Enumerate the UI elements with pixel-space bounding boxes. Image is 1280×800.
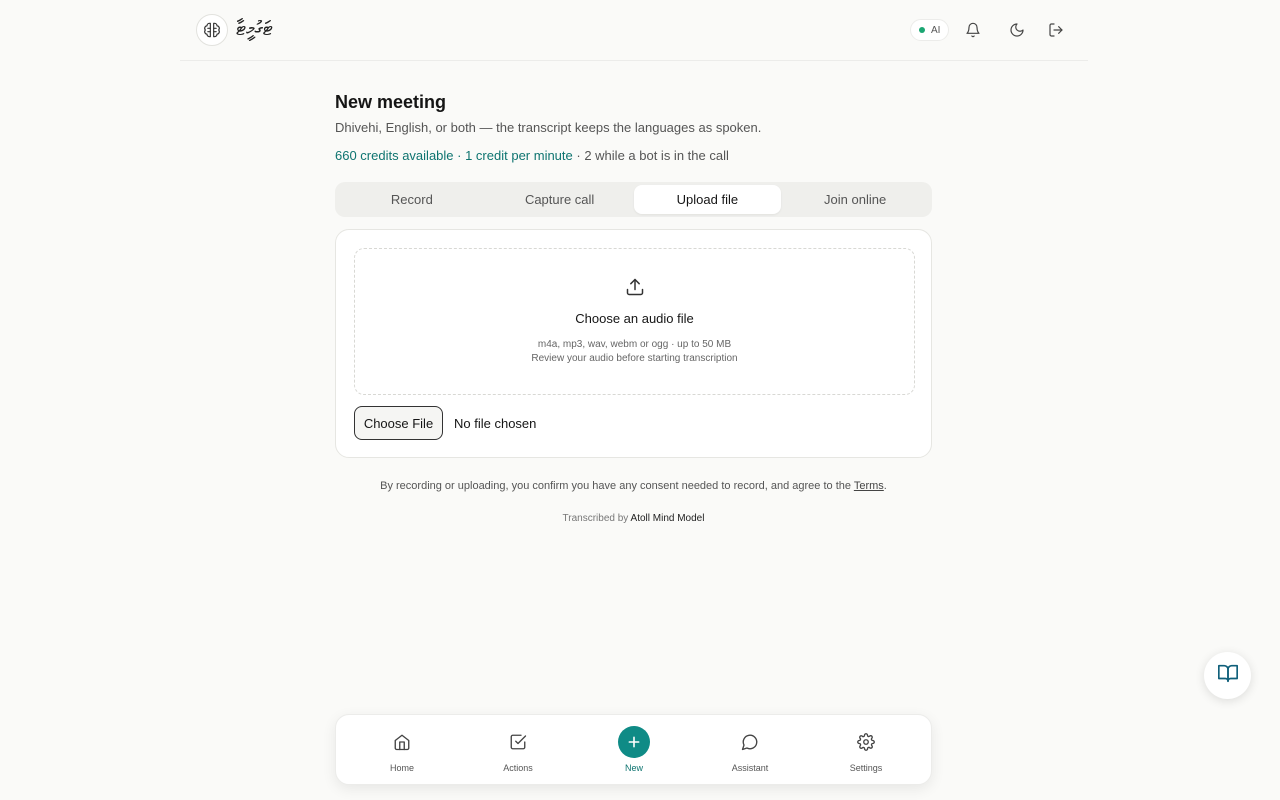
credits-info: 660 credits available · 1 credit per min… <box>335 148 729 163</box>
bottom-navigation: Home Actions New Assistant Settings <box>335 714 932 785</box>
app-header: ޓަގުމީޓާ AI <box>180 0 1088 61</box>
nav-item-assistant[interactable]: Assistant <box>710 715 790 786</box>
nav-label-actions: Actions <box>503 763 533 773</box>
credits-available: 660 credits available <box>335 148 454 163</box>
bell-icon[interactable] <box>962 19 984 41</box>
credits-bot-rate: 2 while a bot is in the call <box>584 148 729 163</box>
credits-separator-2: · <box>572 148 585 163</box>
tab-join-online[interactable]: Join online <box>781 185 929 214</box>
book-icon <box>1217 662 1239 689</box>
transcribed-prefix: Transcribed by <box>562 513 629 524</box>
terms-link[interactable]: Terms <box>854 480 884 492</box>
guide-button[interactable] <box>1204 652 1251 699</box>
credits-separator-1: · <box>453 148 466 163</box>
tab-capture-call[interactable]: Capture call <box>486 185 634 214</box>
brand-name: ޓަގުމީޓާ <box>236 16 273 40</box>
nav-label-settings: Settings <box>849 763 883 773</box>
upload-card: Choose an audio file m4a, mp3, wav, webm… <box>335 229 932 458</box>
file-dropzone[interactable]: Choose an audio file m4a, mp3, wav, webm… <box>354 248 915 395</box>
credits-rate: 1 credit per minute <box>465 148 573 163</box>
model-name: Atoll Mind Model <box>630 513 705 524</box>
transcribed-by: Transcribed by Atoll Mind Model <box>335 513 932 524</box>
home-icon <box>391 731 413 753</box>
checkbox-icon <box>507 731 529 753</box>
consent-text: By recording or uploading, you confirm y… <box>380 480 851 492</box>
gear-icon <box>855 731 877 753</box>
status-dot-icon <box>919 27 925 33</box>
ai-label: AI <box>931 24 941 36</box>
choose-file-button[interactable]: Choose File <box>354 406 443 440</box>
page-subtitle: Dhivehi, English, or both — the transcri… <box>335 120 762 135</box>
file-status: No file chosen <box>454 415 537 431</box>
chat-bubble-icon <box>739 731 761 753</box>
plus-icon <box>618 726 650 758</box>
consent-notice: By recording or uploading, you confirm y… <box>335 480 932 492</box>
page-title: New meeting <box>335 92 447 112</box>
moon-icon[interactable] <box>1006 19 1028 41</box>
file-input-row: Choose File No file chosen <box>354 406 536 440</box>
upload-icon <box>625 277 645 302</box>
logout-icon[interactable] <box>1045 19 1067 41</box>
mode-tabs: Record Capture call Upload file Join onl… <box>335 182 932 217</box>
nav-label-assistant: Assistant <box>731 763 769 773</box>
dropzone-formats: m4a, mp3, wav, webm or ogg · up to 50 MB <box>537 339 732 350</box>
brain-logo-icon[interactable] <box>196 14 228 46</box>
tab-record[interactable]: Record <box>338 185 486 214</box>
nav-label-new: New <box>624 763 643 773</box>
dropzone-hint: Review your audio before starting transc… <box>531 353 738 364</box>
dropzone-title: Choose an audio file <box>575 311 694 326</box>
nav-item-home[interactable]: Home <box>362 715 442 786</box>
nav-item-new[interactable]: New <box>594 715 674 786</box>
ai-status-badge[interactable]: AI <box>910 19 950 41</box>
nav-item-actions[interactable]: Actions <box>478 715 558 786</box>
nav-item-settings[interactable]: Settings <box>826 715 906 786</box>
nav-label-home: Home <box>389 763 414 773</box>
consent-end: . <box>883 480 887 492</box>
tab-upload-file[interactable]: Upload file <box>633 185 782 214</box>
